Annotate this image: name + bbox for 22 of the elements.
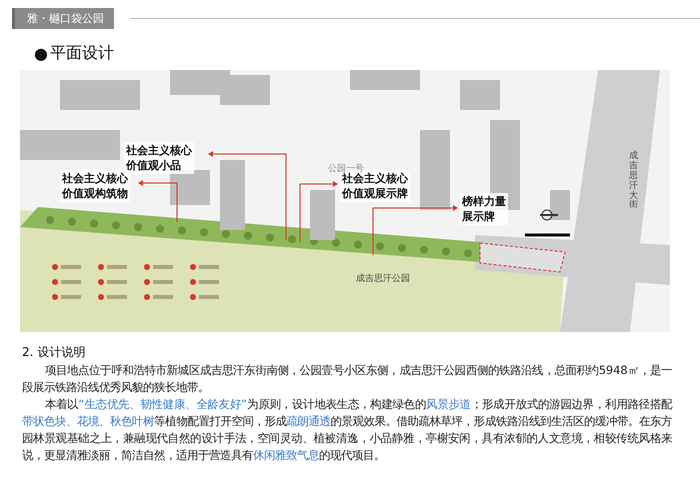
section-title: 平面设计 <box>50 43 114 64</box>
street-label: 成吉思汗大街 <box>629 152 638 212</box>
building <box>220 160 245 230</box>
building <box>350 70 420 90</box>
paragraph: 项目地点位于呼和浩特市新城区成吉思汗东街南侧，公园壹号小区东侧，成吉思汗公园西侧的铁路沿线，总面积约5948㎡，是一段展示铁路沿线优秀风貌的狭长地带。 <box>22 362 672 396</box>
building <box>460 80 500 110</box>
north-arrow-icon <box>540 210 558 220</box>
building <box>220 75 270 105</box>
paragraph: 本着以“生态优先、韧性健康、全龄友好”为原则，设计地表生态，构建绿色的风景步道；形成开放式的游园边界，利用路径搭配带状色块、花境、秋色叶树等植物配置打开空间，形成疏朗通透的景观效果。借助疏林草坪，形成铁路沿线到生活区的缓冲带。在东方园林景观基础之上，兼融现代自然的设计手法，空间灵动、植被清逸，小品静雅，亭榭安闲，具有浓郁的人文意境，相较传统风格来说，更显清雅淡丽，简洁自然，适用于营造具有休闲雅致气息的现代项目。 <box>22 396 672 464</box>
bullet: ● <box>34 44 48 63</box>
leader-line <box>300 181 338 242</box>
park-label: 成吉思汗公园 <box>356 272 410 285</box>
callout-label: 社会主义核心 价值观构筑物 <box>60 170 130 202</box>
building <box>310 190 335 240</box>
leader-line <box>138 180 178 222</box>
callout-label: 榜样力量 展示牌 <box>460 193 508 225</box>
section-heading: 2. 设计说明 <box>22 344 86 361</box>
building <box>170 170 210 205</box>
building <box>550 190 570 220</box>
scale-bar <box>525 234 570 236</box>
page-title: 雅・樾口袋公园 <box>12 8 114 29</box>
callout-label: 社会主义核心 价值观小品 <box>124 142 194 174</box>
